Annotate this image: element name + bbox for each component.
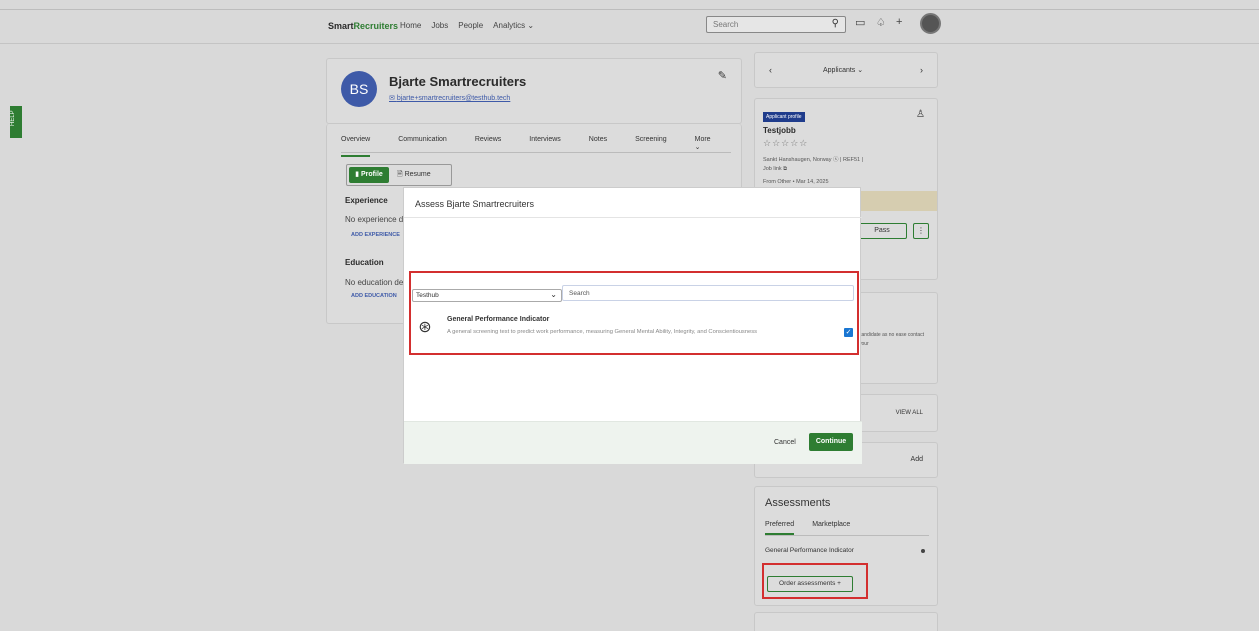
candidate-header-card: BS Bjarte Smartrecruiters ✉ bjarte+smart… <box>326 58 742 124</box>
test-search-input[interactable]: Search <box>562 285 854 301</box>
highlight-test-selection <box>409 271 859 355</box>
candidate-name: Bjarte Smartrecruiters <box>389 74 527 89</box>
document-icon: 🗎 <box>397 171 405 178</box>
test-description: A general screening test to predict work… <box>447 329 758 335</box>
applicant-navigator: ‹ Applicants ⌄ › <box>754 52 938 88</box>
next-applicant-icon[interactable]: › <box>920 65 923 75</box>
candidate-tabs: Overview Communication Reviews Interview… <box>341 136 741 157</box>
education-title: Education <box>345 258 384 267</box>
tabs-divider <box>341 152 731 153</box>
cancel-button[interactable]: Cancel <box>774 439 796 446</box>
tab-screening[interactable]: Screening <box>635 136 667 157</box>
edit-icon[interactable]: ✎ <box>718 69 727 82</box>
user-avatar[interactable] <box>920 13 941 34</box>
search-icon[interactable]: ⚲ <box>832 18 839 29</box>
resume-toggle-button[interactable]: 🗎 Resume <box>397 167 431 183</box>
nav-jobs[interactable]: Jobs <box>431 21 448 30</box>
applicant-profile-badge: Applicant profile <box>763 112 805 122</box>
location-text: Sankt Hanshaugen, Norway ⓢ | REF51 | <box>763 157 864 163</box>
nav-people[interactable]: People <box>458 21 483 30</box>
source-date: From Other • Mar 14, 2025 <box>763 179 829 185</box>
plus-icon[interactable]: + <box>896 16 902 28</box>
tab-notes[interactable]: Notes <box>589 136 607 157</box>
modal-divider <box>404 217 862 218</box>
profile-toggle-button[interactable]: ▮ Profile <box>349 167 389 183</box>
tab-overview[interactable]: Overview <box>341 136 371 157</box>
bell-icon[interactable]: ♤ <box>876 16 886 29</box>
tab-more[interactable]: More ⌄ <box>695 136 713 157</box>
job-link[interactable]: Job link ⧉ <box>763 166 787 172</box>
tab-communication[interactable]: Communication <box>398 136 447 157</box>
highlight-order-button <box>762 563 868 599</box>
tab-interviews[interactable]: Interviews <box>529 136 561 157</box>
pass-button[interactable]: Pass <box>857 223 907 239</box>
assessments-tabs: Preferred Marketplace <box>765 521 850 535</box>
mail-icon: ✉ <box>389 95 397 102</box>
education-empty-text: No education de <box>345 278 404 287</box>
prev-applicant-icon[interactable]: ‹ <box>769 65 772 75</box>
search-placeholder: Search <box>713 20 739 29</box>
nav-analytics[interactable]: Analytics ⌄ <box>493 21 534 30</box>
email-text: bjarte+smartrecruiters@testhub.tech <box>396 95 511 102</box>
message-icon[interactable]: ▭ <box>855 16 865 29</box>
add-education-link[interactable]: ADD EDUCATION <box>351 293 397 299</box>
assessment-item[interactable]: General Performance Indicator <box>765 547 854 554</box>
candidate-avatar: BS <box>341 71 377 107</box>
resume-toggle-label: Resume <box>404 171 431 178</box>
assessments-title: Assessments <box>765 497 831 509</box>
job-location: Sankt Hanshaugen, Norway ⓢ | REF51 | Job … <box>763 156 923 174</box>
bottom-card <box>754 612 938 631</box>
experience-empty-text: No experience d <box>345 215 404 224</box>
profile-toggle-label: Profile <box>361 171 383 178</box>
experience-title: Experience <box>345 196 388 205</box>
assessments-tabs-divider <box>765 535 929 536</box>
tab-reviews[interactable]: Reviews <box>475 136 501 157</box>
brand-suffix: Recruiters <box>353 21 399 31</box>
test-logo-icon: ⊛ <box>418 319 432 336</box>
vendor-select[interactable]: Testhub ⌄ <box>412 289 562 302</box>
add-link[interactable]: Add <box>911 456 923 463</box>
tab-preferred[interactable]: Preferred <box>765 521 795 535</box>
top-bar: SmartRecruiters Home Jobs People Analyti… <box>0 10 1259 44</box>
vendor-value: Testhub <box>416 292 439 299</box>
add-experience-link[interactable]: ADD EXPERIENCE <box>351 232 400 238</box>
main-nav: Home Jobs People Analytics ⌄ <box>400 21 534 30</box>
help-tab[interactable]: HELP <box>10 106 22 138</box>
applicants-dropdown[interactable]: Applicants ⌄ <box>823 66 863 74</box>
continue-button[interactable]: Continue <box>809 433 853 451</box>
modal-title: Assess Bjarte Smartrecruiters <box>415 199 535 209</box>
global-search-input[interactable]: Search ⚲ <box>706 16 846 33</box>
job-title[interactable]: Testjobb <box>763 126 796 135</box>
profile-resume-toggle: ▮ Profile 🗎 Resume <box>346 164 452 186</box>
chevron-down-icon: ⌄ <box>550 290 557 299</box>
view-all-link[interactable]: VIEW ALL <box>896 410 923 416</box>
brand-logo[interactable]: SmartRecruiters <box>328 21 398 31</box>
info-text: candidate as no ease contact your <box>859 332 925 347</box>
modal-footer: Cancel Continue <box>404 421 862 464</box>
assessment-status-dot <box>921 549 925 553</box>
brand-prefix: Smart <box>328 21 354 31</box>
tab-marketplace[interactable]: Marketplace <box>812 521 850 535</box>
person-icon[interactable]: ♙ <box>916 109 925 120</box>
candidate-email[interactable]: ✉ bjarte+smartrecruiters@testhub.tech <box>389 94 510 102</box>
more-actions-button[interactable]: ⋮ <box>913 223 929 239</box>
rating-stars[interactable]: ☆☆☆☆☆ <box>763 138 808 149</box>
nav-home[interactable]: Home <box>400 21 421 30</box>
test-checkbox[interactable]: ✓ <box>844 328 853 337</box>
assess-modal: Assess Bjarte Smartrecruiters Testhub ⌄ S… <box>403 187 862 464</box>
test-name[interactable]: General Performance Indicator <box>447 316 549 323</box>
